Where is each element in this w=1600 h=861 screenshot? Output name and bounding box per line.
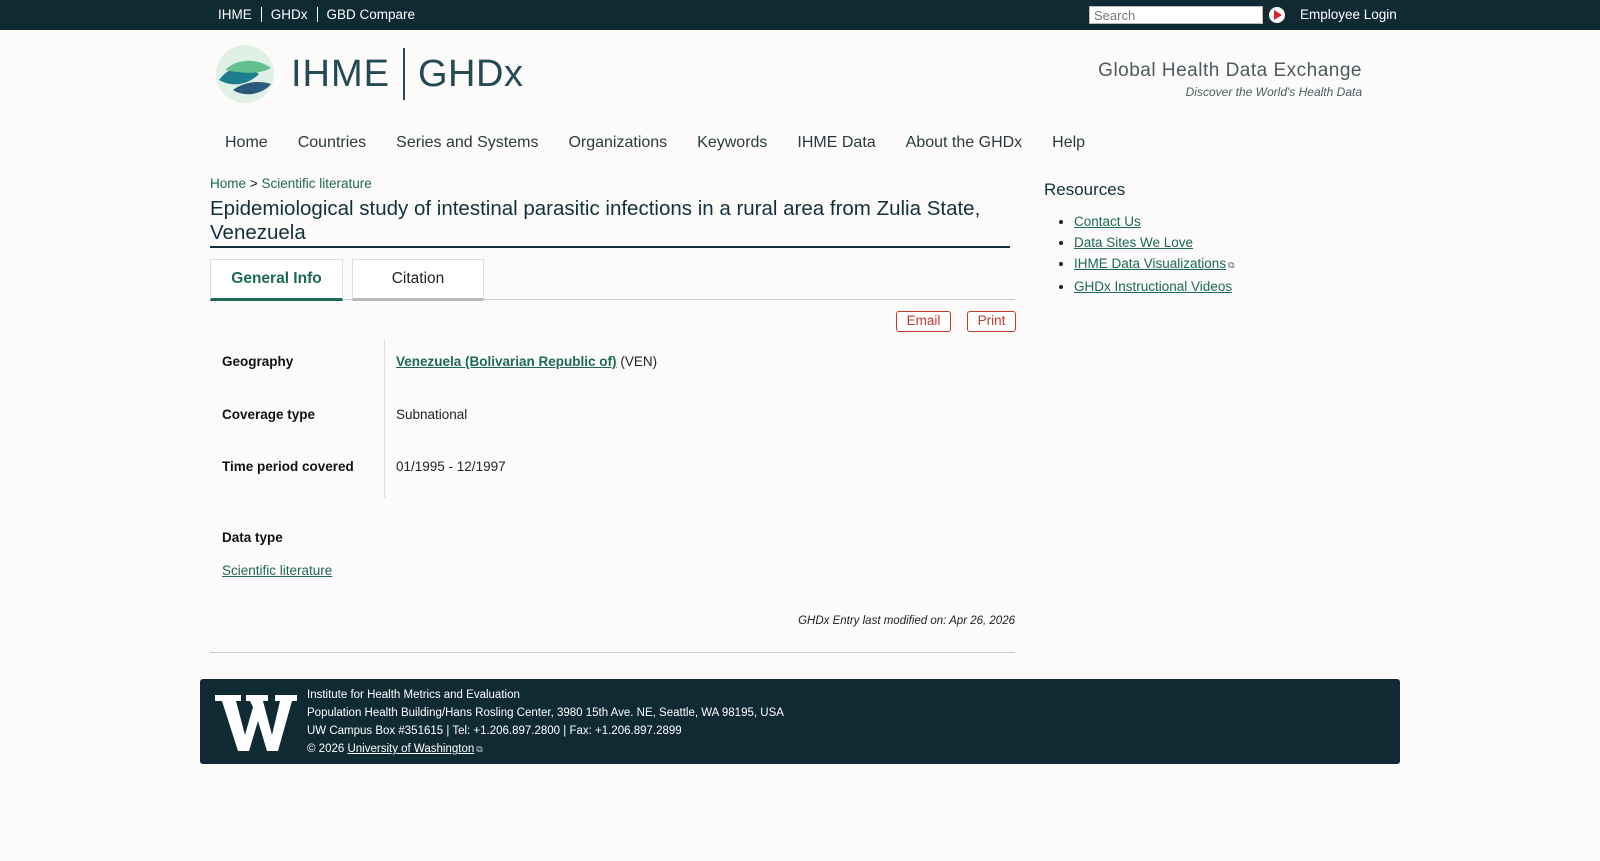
resource-link-videos[interactable]: GHDx Instructional Videos bbox=[1074, 279, 1232, 294]
nav-item-ihme-data[interactable]: IHME Data bbox=[797, 134, 875, 152]
nav-item-series-and-systems[interactable]: Series and Systems bbox=[396, 134, 538, 152]
tab-citation[interactable]: Citation bbox=[352, 259, 484, 301]
uw-link[interactable]: University of Washington bbox=[347, 743, 474, 755]
breadcrumb-separator: > bbox=[249, 176, 258, 191]
footer-address: Population Health Building/Hans Rosling … bbox=[307, 707, 784, 719]
nav-item-help[interactable]: Help bbox=[1052, 134, 1085, 152]
data-type-label: Data type bbox=[222, 530, 283, 545]
external-link-icon: ⧉ bbox=[476, 744, 483, 754]
resource-link-ihme-viz[interactable]: IHME Data Visualizations bbox=[1074, 256, 1226, 271]
uw-w-logo-icon bbox=[215, 695, 297, 751]
breadcrumb-section-link[interactable]: Scientific literature bbox=[261, 176, 371, 191]
footer: Institute for Health Metrics and Evaluat… bbox=[200, 679, 1400, 764]
nav-item-countries[interactable]: Countries bbox=[298, 134, 366, 152]
email-button[interactable]: Email bbox=[896, 311, 951, 332]
content-divider bbox=[210, 652, 1015, 653]
footer-phone: UW Campus Box #351615 | Tel: +1.206.897.… bbox=[307, 725, 682, 737]
footer-contact: Institute for Health Metrics and Evaluat… bbox=[307, 686, 784, 758]
ihme-globe-icon bbox=[216, 45, 274, 103]
tab-general-info[interactable]: General Info bbox=[210, 259, 343, 301]
breadcrumb-home-link[interactable]: Home bbox=[210, 176, 246, 191]
top-link-divider bbox=[316, 7, 318, 22]
page-title: Epidemiological study of intestinal para… bbox=[210, 197, 1010, 248]
top-link-ghdx[interactable]: GHDx bbox=[271, 7, 308, 22]
last-modified-text: GHDx Entry last modified on: Apr 26, 202… bbox=[798, 615, 1015, 627]
search-submit-icon[interactable] bbox=[1269, 7, 1285, 23]
tagline-title: Global Health Data Exchange bbox=[1098, 60, 1362, 81]
list-item: IHME Data Visualizations⧉ bbox=[1074, 253, 1235, 276]
record-tabs: General Info Citation bbox=[210, 259, 1015, 301]
resource-link-contact-us[interactable]: Contact Us bbox=[1074, 214, 1141, 229]
resources-list: Contact Us Data Sites We Love IHME Data … bbox=[1044, 211, 1235, 297]
top-bar: IHME GHDx GBD Compare Employee Login bbox=[0, 0, 1600, 30]
resources-title: Resources bbox=[1044, 180, 1126, 199]
external-link-icon: ⧉ bbox=[1228, 260, 1235, 270]
geography-label: Geography bbox=[222, 354, 294, 369]
tagline-subtitle: Discover the World's Health Data bbox=[1185, 85, 1362, 99]
list-item: Data Sites We Love bbox=[1074, 232, 1235, 253]
time-period-value: 01/1995 - 12/1997 bbox=[396, 459, 506, 474]
info-column-divider bbox=[384, 340, 385, 498]
nav-item-keywords[interactable]: Keywords bbox=[697, 134, 767, 152]
logo-ihme-text: IHME bbox=[291, 52, 390, 95]
list-item: Contact Us bbox=[1074, 211, 1235, 232]
coverage-value: Subnational bbox=[396, 407, 468, 422]
nav-item-organizations[interactable]: Organizations bbox=[568, 134, 667, 152]
employee-login-link[interactable]: Employee Login bbox=[1300, 7, 1397, 22]
top-link-gbd-compare[interactable]: GBD Compare bbox=[327, 7, 416, 22]
breadcrumb: Home > Scientific literature bbox=[210, 176, 372, 191]
nav-item-about[interactable]: About the GHDx bbox=[906, 134, 1023, 152]
geography-value: Venezuela (Bolivarian Republic of) (VEN) bbox=[396, 354, 657, 369]
nav-item-home[interactable]: Home bbox=[225, 134, 268, 152]
logo-ghdx-text: GHDx bbox=[418, 52, 524, 95]
geography-link[interactable]: Venezuela (Bolivarian Republic of) bbox=[396, 354, 617, 369]
site-tagline: Global Health Data Exchange Discover the… bbox=[1098, 60, 1362, 99]
ihme-ghdx-logo[interactable]: IHME GHDx bbox=[215, 44, 523, 104]
footer-copyright: © 2026 bbox=[307, 743, 345, 755]
footer-org: Institute for Health Metrics and Evaluat… bbox=[307, 689, 520, 701]
top-link-ihme[interactable]: IHME bbox=[218, 7, 252, 22]
main-nav: Home Countries Series and Systems Organi… bbox=[225, 134, 1115, 152]
logo-divider bbox=[403, 48, 405, 100]
footer-copyright-line: © 2026 University of Washington ⧉ bbox=[307, 740, 784, 758]
geography-code: (VEN) bbox=[620, 354, 658, 369]
data-type-link[interactable]: Scientific literature bbox=[222, 563, 332, 578]
time-period-label: Time period covered bbox=[222, 459, 354, 474]
search-input[interactable] bbox=[1089, 6, 1263, 24]
print-button[interactable]: Print bbox=[967, 311, 1016, 332]
list-item: GHDx Instructional Videos bbox=[1074, 276, 1235, 297]
coverage-label: Coverage type bbox=[222, 407, 316, 422]
top-link-divider bbox=[260, 7, 262, 22]
resource-link-data-sites[interactable]: Data Sites We Love bbox=[1074, 235, 1193, 250]
top-links: IHME GHDx GBD Compare bbox=[218, 7, 415, 22]
